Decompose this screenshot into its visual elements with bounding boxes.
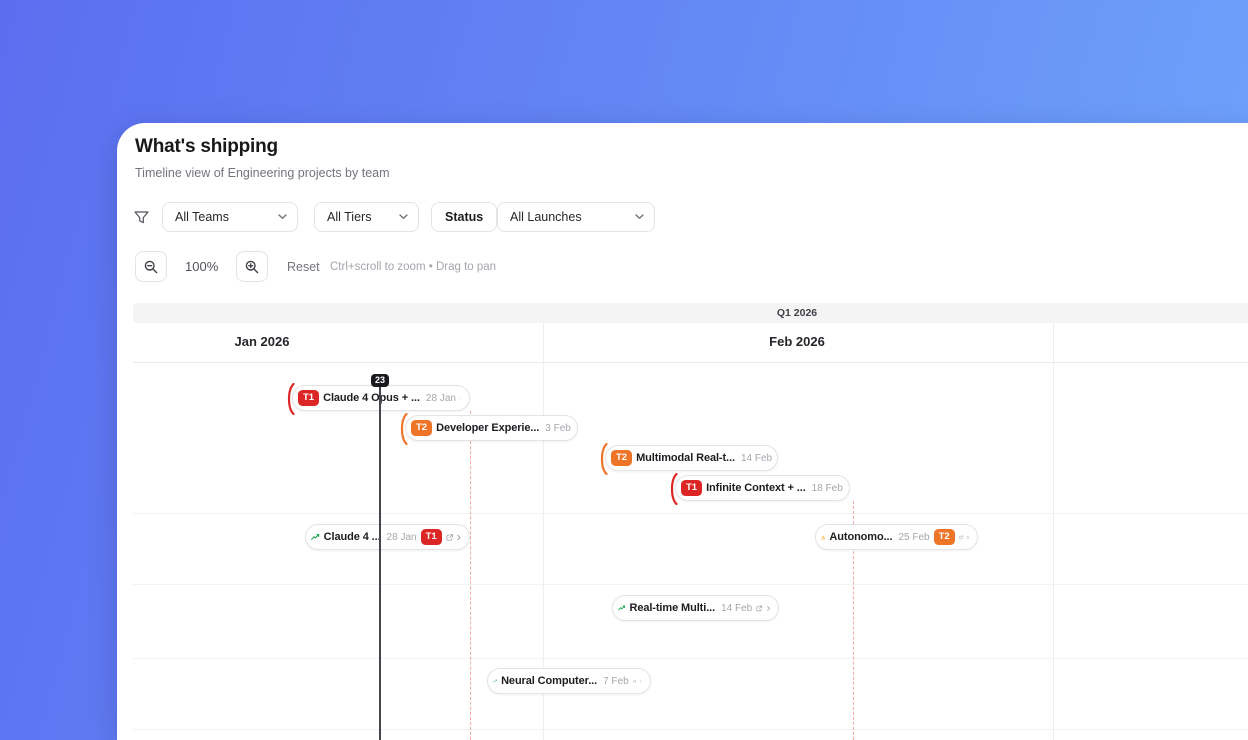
row-separator: [133, 513, 1248, 514]
milestone-name: Developer Experie...: [436, 422, 540, 434]
milestone-card[interactable]: T1 Infinite Context + ... 18 Feb: [670, 472, 850, 506]
chevron-right-icon: [457, 534, 461, 540]
launch-card[interactable]: Autonomo... 25 Feb T2: [815, 524, 978, 550]
launch-name: Claude 4 ...: [323, 531, 381, 543]
milestone-card[interactable]: T1 Claude 4 Opus + ... 28 Jan: [287, 382, 470, 416]
milestone-start-bracket: [670, 472, 678, 506]
external-link-icon: [446, 533, 453, 541]
today-date-badge: 23: [370, 374, 390, 387]
milestone-date: 18 Feb: [811, 482, 843, 494]
warning-icon: [821, 535, 826, 539]
chevron-right-icon: [640, 679, 642, 683]
status-filter-label: Status: [445, 210, 484, 224]
row-separator: [133, 584, 1248, 585]
teams-filter-select[interactable]: All Teams: [162, 202, 298, 232]
chevron-down-icon: [399, 214, 408, 220]
row-separator: [133, 658, 1248, 659]
month-gridline-mar: [1053, 323, 1054, 740]
launch-name: Autonomo...: [829, 531, 893, 543]
zoom-out-icon: [144, 260, 158, 273]
zoom-in-icon: [245, 260, 259, 273]
month-header-divider: [133, 362, 1248, 363]
milestone-name: Infinite Context + ...: [706, 482, 806, 494]
trending-up-icon: [311, 534, 320, 540]
milestone-name: Claude 4 Opus + ...: [323, 392, 420, 404]
page-subtitle: Timeline view of Engineering projects by…: [135, 166, 390, 180]
chevron-right-icon: [966, 535, 969, 539]
launch-card[interactable]: Neural Computer... 7 Feb: [487, 668, 651, 694]
zoom-hint-text: Ctrl+scroll to zoom • Drag to pan: [330, 261, 497, 273]
zoom-out-button[interactable]: [135, 251, 167, 282]
launches-filter-value: All Launches: [510, 210, 582, 224]
quarter-header-bar: Q1 2026: [133, 303, 1248, 323]
launch-name: Neural Computer...: [501, 675, 598, 687]
milestone-start-bracket: [600, 442, 608, 476]
trending-up-icon: [493, 679, 497, 683]
row-separator: [133, 729, 1248, 730]
tiers-filter-select[interactable]: All Tiers: [314, 202, 419, 232]
chevron-down-icon: [278, 214, 287, 220]
milestone-date: 14 Feb: [740, 452, 773, 464]
today-line: [379, 380, 381, 740]
launch-date: 28 Jan: [386, 531, 417, 543]
external-link-icon: [959, 535, 963, 539]
zoom-level: 100%: [185, 259, 219, 274]
month-label-feb: Feb 2026: [769, 334, 825, 349]
zoom-in-button[interactable]: [236, 251, 268, 282]
milestone-start-bracket: [287, 382, 295, 416]
page-title: What's shipping: [135, 136, 278, 157]
month-label-jan: Jan 2026: [234, 334, 290, 349]
status-filter-button[interactable]: Status: [431, 202, 498, 232]
launch-card[interactable]: Real-time Multi... 14 Feb: [612, 595, 779, 621]
tier-badge: T1: [420, 529, 442, 545]
launches-filter-select[interactable]: All Launches: [497, 202, 655, 232]
tier-badge: T2: [611, 450, 633, 466]
teams-filter-value: All Teams: [175, 210, 229, 224]
milestone-date: 28 Jan: [425, 392, 456, 404]
external-link-icon: [632, 679, 636, 683]
milestone-card[interactable]: T2 Multimodal Real-t... 14 Feb: [600, 442, 778, 476]
launch-card[interactable]: Claude 4 ... 28 Jan T1: [305, 524, 470, 550]
launch-date: 25 Feb: [898, 531, 930, 543]
milestone-start-bracket: [400, 412, 408, 446]
milestone-date: 3 Feb: [545, 422, 571, 434]
chevron-down-icon: [635, 214, 644, 220]
trending-up-icon: [618, 605, 626, 611]
tiers-filter-value: All Tiers: [327, 210, 372, 224]
tier-badge: T1: [681, 480, 703, 496]
launch-date: 14 Feb: [721, 602, 753, 614]
quarter-label: Q1 2026: [776, 307, 818, 319]
launch-name: Real-time Multi...: [629, 602, 716, 614]
launch-date: 7 Feb: [603, 675, 629, 687]
milestone-name: Multimodal Real-t...: [636, 452, 735, 464]
filter-icon: [134, 211, 149, 224]
chevron-right-icon: [766, 605, 770, 611]
chevron-right-icon: [460, 397, 461, 399]
milestone-card[interactable]: T2 Developer Experie... 3 Feb: [400, 412, 578, 446]
external-link-icon: [756, 605, 763, 611]
tier-badge: T2: [411, 420, 433, 436]
deadline-dashed-line: [470, 411, 471, 740]
tier-badge: T1: [298, 390, 320, 406]
reset-zoom-button[interactable]: Reset: [287, 260, 320, 274]
tier-badge: T2: [933, 529, 955, 545]
